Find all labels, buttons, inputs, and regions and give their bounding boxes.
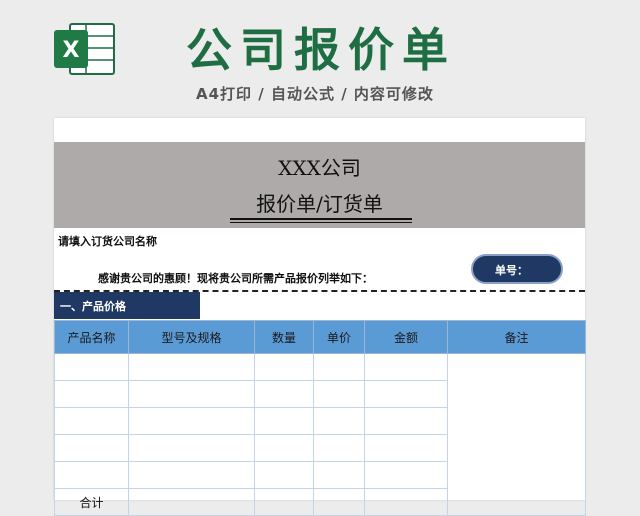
title-band: XXX公司 报价单/订货单 [54, 142, 585, 228]
table-cell[interactable] [54, 353, 129, 381]
table-cell[interactable] [54, 380, 129, 408]
table-cell[interactable] [128, 380, 255, 408]
table-cell[interactable] [364, 488, 448, 516]
table-cell[interactable] [254, 380, 314, 408]
section-title: 一、产品价格 [60, 300, 126, 313]
order-number-badge[interactable]: 单号： [471, 254, 563, 284]
column-header[interactable]: 备注 [447, 320, 586, 354]
title-underline [230, 218, 412, 220]
customer-name-prompt[interactable]: 请填入订货公司名称 [58, 233, 157, 249]
title-underline-thin [230, 222, 412, 223]
column-header[interactable]: 型号及规格 [128, 320, 255, 354]
table-cell[interactable] [254, 434, 314, 462]
table-cell[interactable] [128, 407, 255, 435]
banner-subtitle: A4打印 / 自动公式 / 内容可修改 [196, 85, 434, 103]
table-cell[interactable] [128, 353, 255, 381]
excel-icon: X [54, 23, 115, 75]
table-cell[interactable] [54, 461, 129, 489]
document-title[interactable]: 报价单/订货单 [54, 188, 585, 217]
price-table: 产品名称 型号及规格 数量 单价 金额 备注 合计 [54, 320, 586, 516]
thanks-note[interactable]: 感谢贵公司的惠顾！现将贵公司所需产品报价列举如下： [98, 270, 373, 286]
table-cell[interactable] [54, 434, 129, 462]
table-cell[interactable] [313, 407, 365, 435]
company-name[interactable]: XXX公司 [54, 152, 585, 181]
table-cell[interactable] [364, 380, 448, 408]
total-label[interactable]: 合计 [54, 488, 129, 516]
table-cell[interactable] [313, 461, 365, 489]
banner-title: 公司报价单 [186, 23, 456, 77]
table-cell[interactable] [128, 434, 255, 462]
table-header-row: 产品名称 型号及规格 数量 单价 金额 备注 [54, 320, 586, 354]
spreadsheet-page: XXX公司 报价单/订货单 请填入订货公司名称 感谢贵公司的惠顾！现将贵公司所需… [54, 118, 586, 516]
table-cell[interactable] [254, 461, 314, 489]
table-cell[interactable] [313, 488, 365, 516]
section-header: 一、产品价格 [54, 292, 200, 319]
table-cell[interactable] [254, 353, 314, 381]
table-cell[interactable] [313, 380, 365, 408]
column-header[interactable]: 产品名称 [54, 320, 129, 354]
column-header[interactable]: 数量 [254, 320, 314, 354]
table-cell[interactable] [313, 434, 365, 462]
table-row [54, 353, 586, 516]
table-cell[interactable] [128, 461, 255, 489]
svg-text:X: X [63, 38, 80, 63]
table-cell[interactable] [254, 407, 314, 435]
table-cell[interactable] [364, 353, 448, 381]
order-number-label: 单号： [495, 264, 528, 277]
table-cell[interactable] [364, 407, 448, 435]
table-cell[interactable] [313, 353, 365, 381]
column-header[interactable]: 单价 [313, 320, 365, 354]
table-cell[interactable] [128, 488, 255, 516]
table-cell[interactable] [254, 488, 314, 516]
table-cell[interactable] [364, 461, 448, 489]
remarks-cell[interactable] [447, 353, 586, 516]
table-cell[interactable] [54, 407, 129, 435]
column-header[interactable]: 金额 [364, 320, 448, 354]
table-cell[interactable] [364, 434, 448, 462]
